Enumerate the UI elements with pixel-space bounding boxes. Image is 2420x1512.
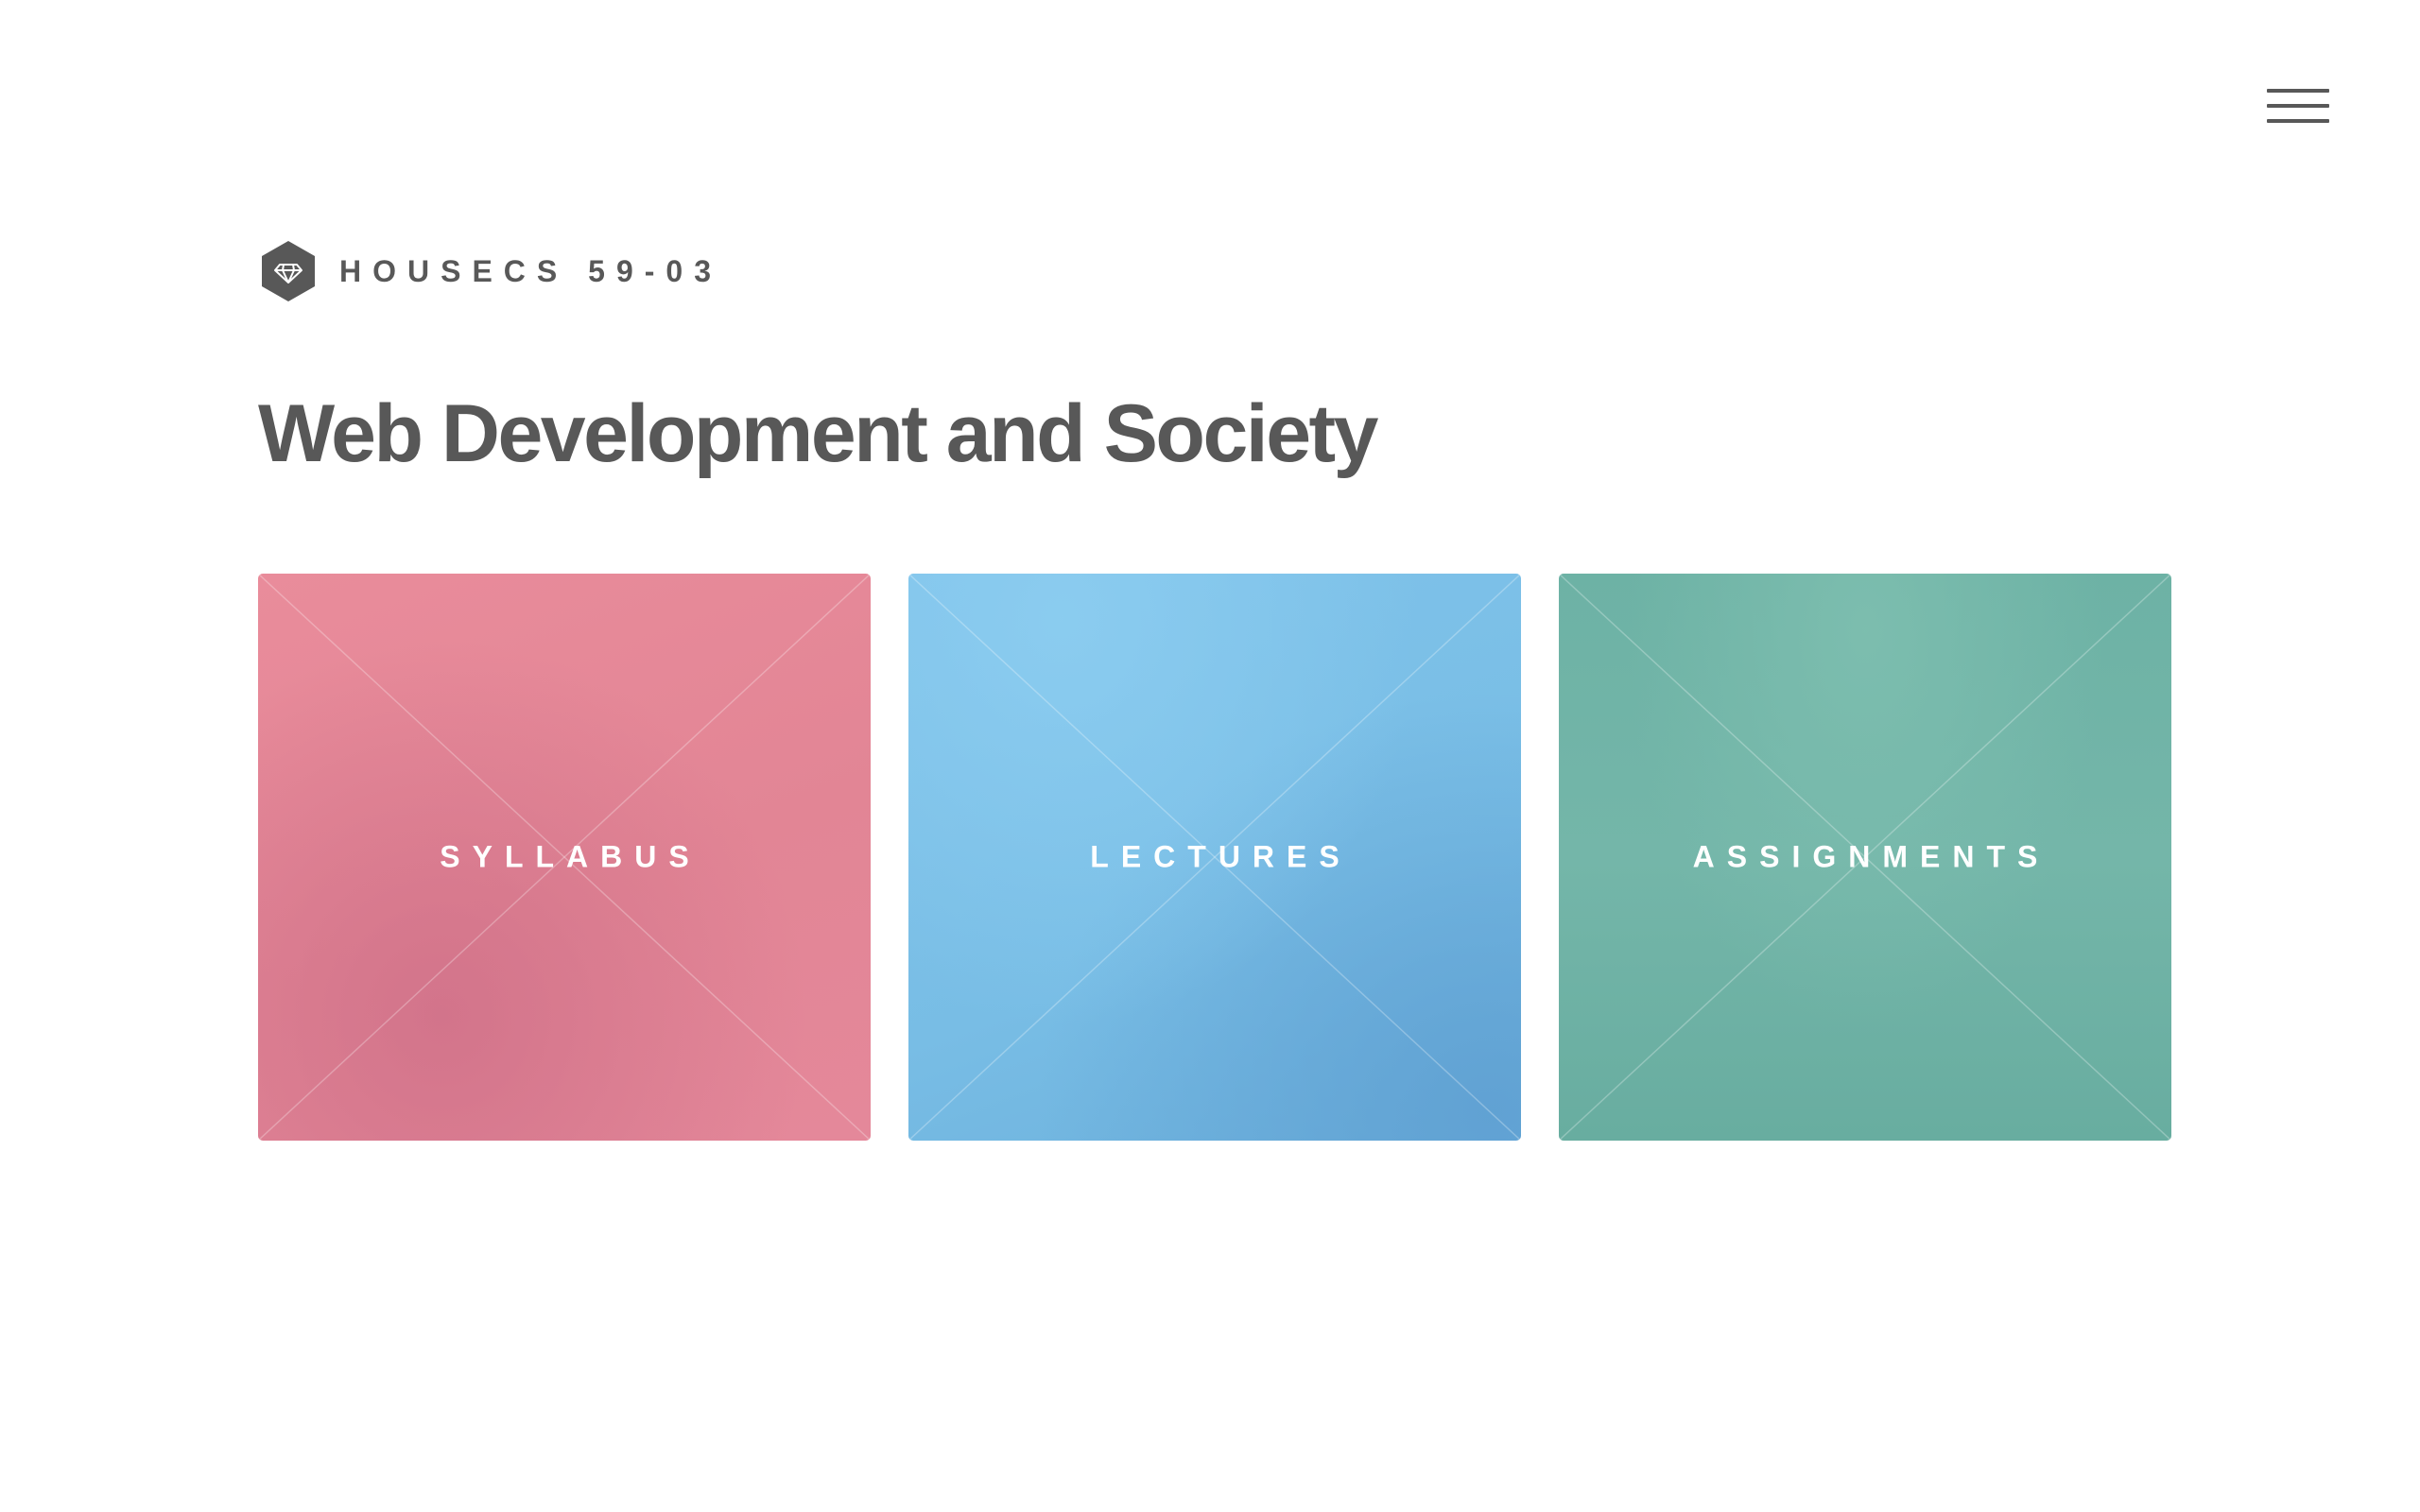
hamburger-menu-icon[interactable]	[2267, 85, 2329, 127]
menu-bar	[2267, 104, 2329, 108]
diamond-hexagon-icon	[262, 241, 315, 301]
lectures-tile[interactable]: LECTURES	[908, 574, 1521, 1141]
section-tiles: SYLLABUS LECTURES ASSIGNMENTS	[258, 574, 2171, 1141]
menu-bar	[2267, 119, 2329, 123]
menu-bar	[2267, 89, 2329, 93]
assignments-tile[interactable]: ASSIGNMENTS	[1559, 574, 2171, 1141]
page-title: Web Development and Society	[258, 388, 1379, 479]
syllabus-label: SYLLABUS	[440, 839, 701, 874]
syllabus-tile[interactable]: SYLLABUS	[258, 574, 871, 1141]
site-logo-link[interactable]: HOUSECS 59-03	[260, 240, 722, 302]
lectures-label: LECTURES	[1090, 839, 1352, 874]
page: HOUSECS 59-03 Web Development and Societ…	[0, 0, 2420, 1512]
site-name: HOUSECS 59-03	[339, 253, 722, 288]
assignments-label: ASSIGNMENTS	[1692, 839, 2050, 874]
